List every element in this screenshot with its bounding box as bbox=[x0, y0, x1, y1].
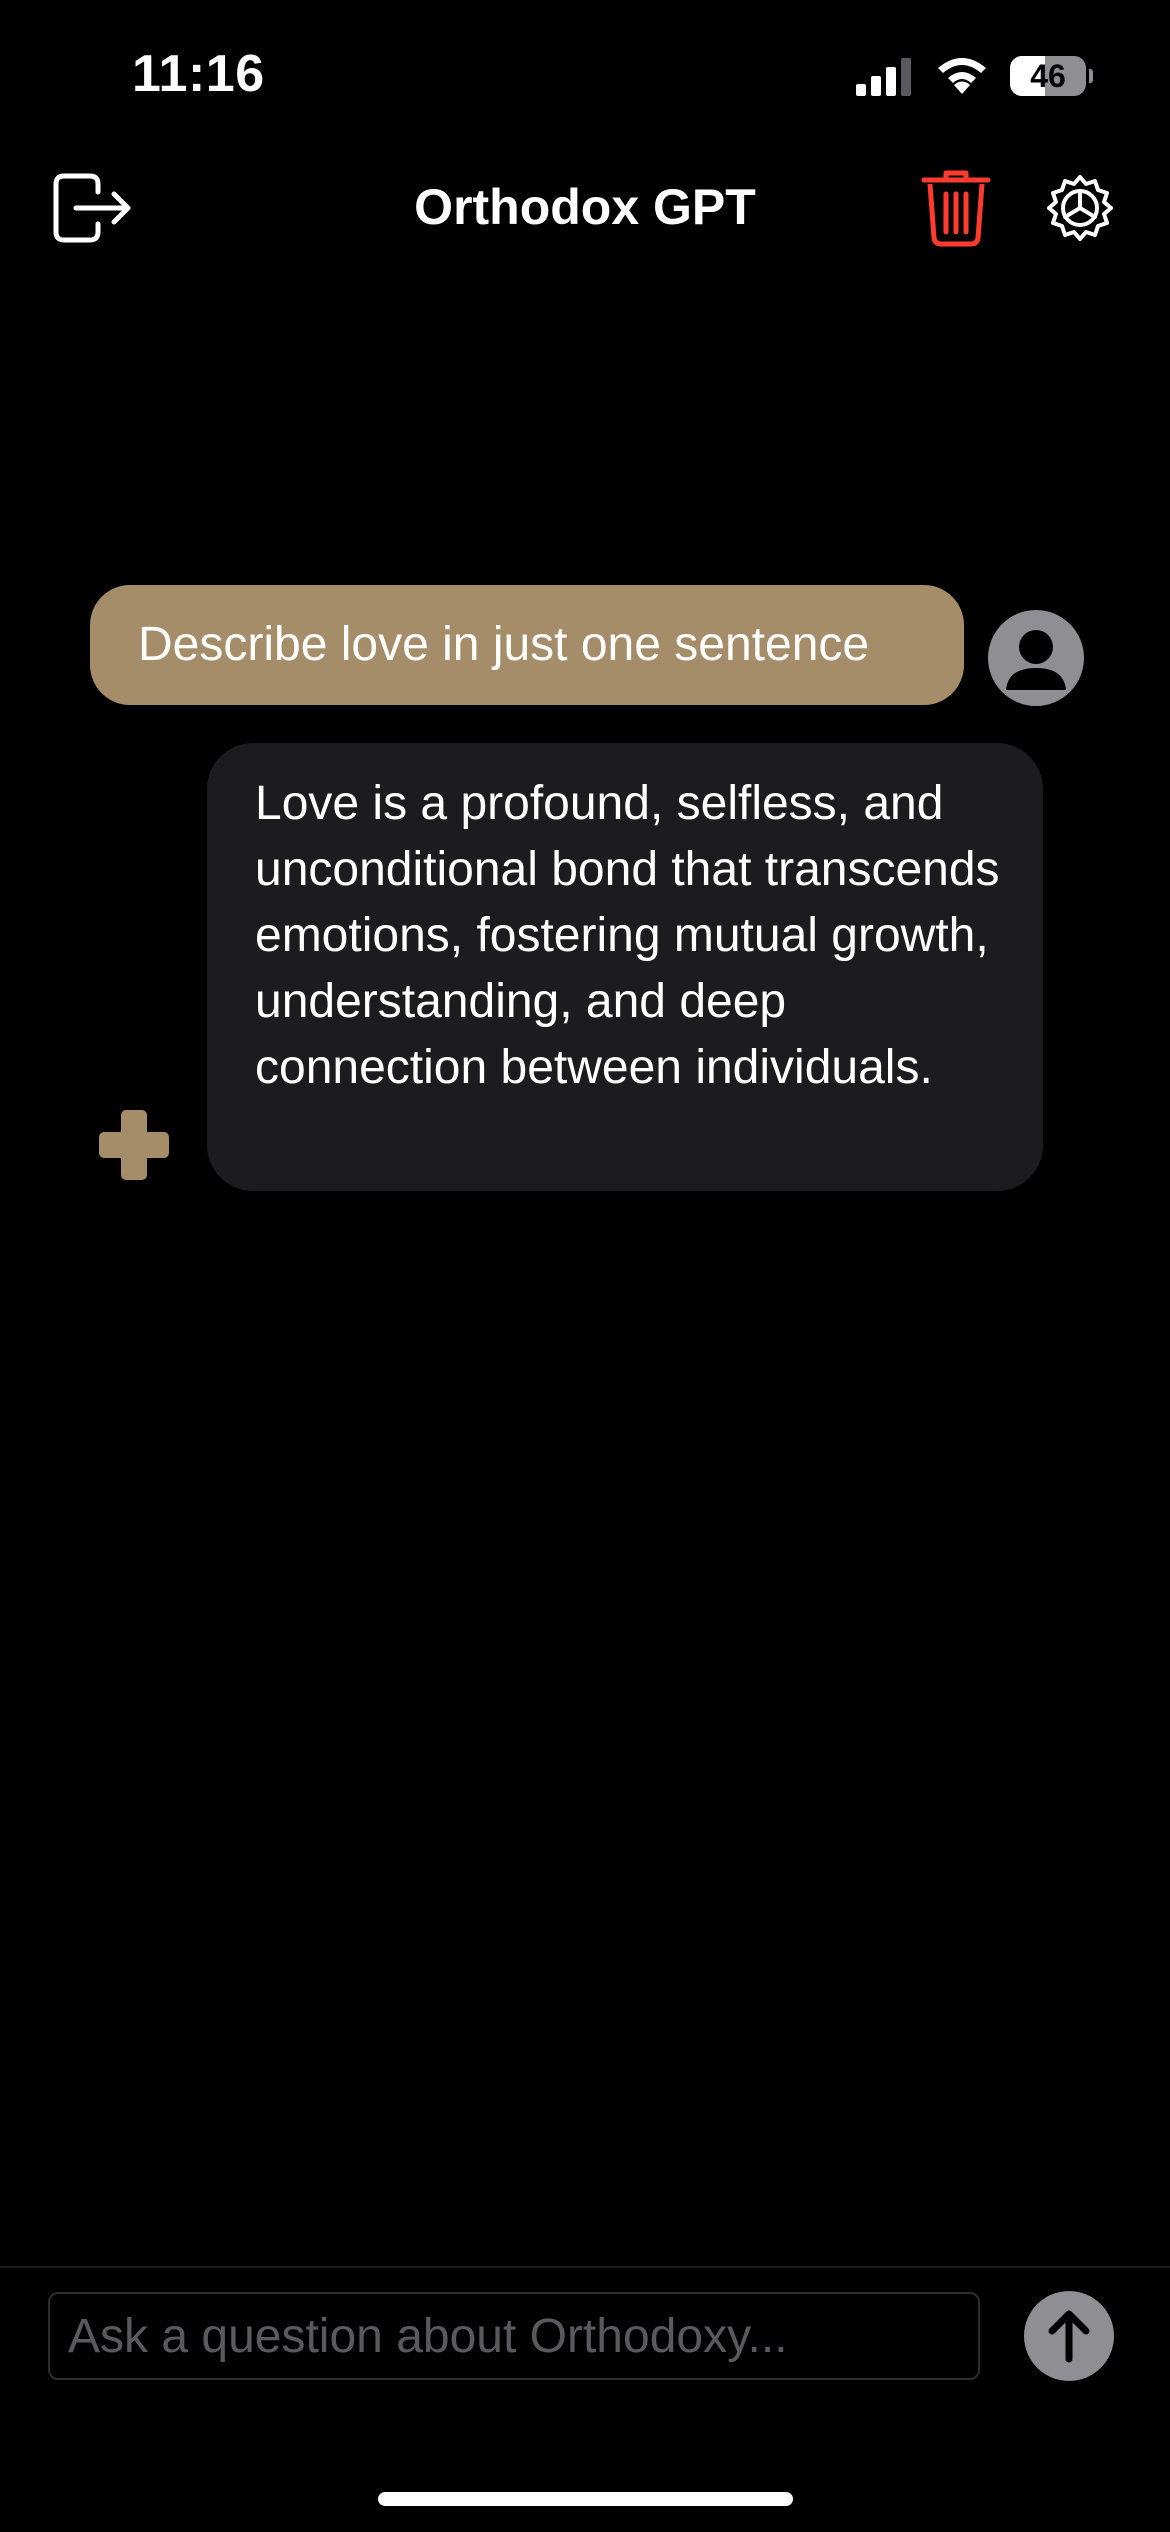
cross-icon bbox=[99, 1110, 169, 1180]
composer-divider bbox=[0, 2266, 1170, 2268]
wifi-icon bbox=[938, 58, 986, 94]
page-title: Orthodox GPT bbox=[414, 179, 756, 235]
home-indicator bbox=[378, 2492, 793, 2506]
status-time: 11:16 bbox=[132, 45, 265, 103]
person-icon bbox=[1006, 630, 1066, 690]
assistant-message: Love is a profound, selfless, and uncond… bbox=[207, 743, 1043, 1191]
user-message: Describe love in just one sentence bbox=[90, 585, 964, 705]
assistant-avatar bbox=[97, 1108, 171, 1182]
delete-chat-button[interactable] bbox=[920, 168, 992, 248]
battery-level: 46 bbox=[1030, 58, 1066, 94]
question-input[interactable] bbox=[48, 2292, 980, 2380]
trash-icon bbox=[921, 170, 991, 247]
gear-icon bbox=[1047, 175, 1113, 241]
arrow-up-icon bbox=[1048, 2310, 1090, 2363]
send-button[interactable] bbox=[1024, 2291, 1114, 2381]
user-avatar bbox=[988, 610, 1084, 706]
settings-button[interactable] bbox=[1044, 172, 1116, 244]
cellular-signal-icon bbox=[856, 58, 911, 96]
battery-icon: 46 bbox=[1010, 56, 1093, 96]
